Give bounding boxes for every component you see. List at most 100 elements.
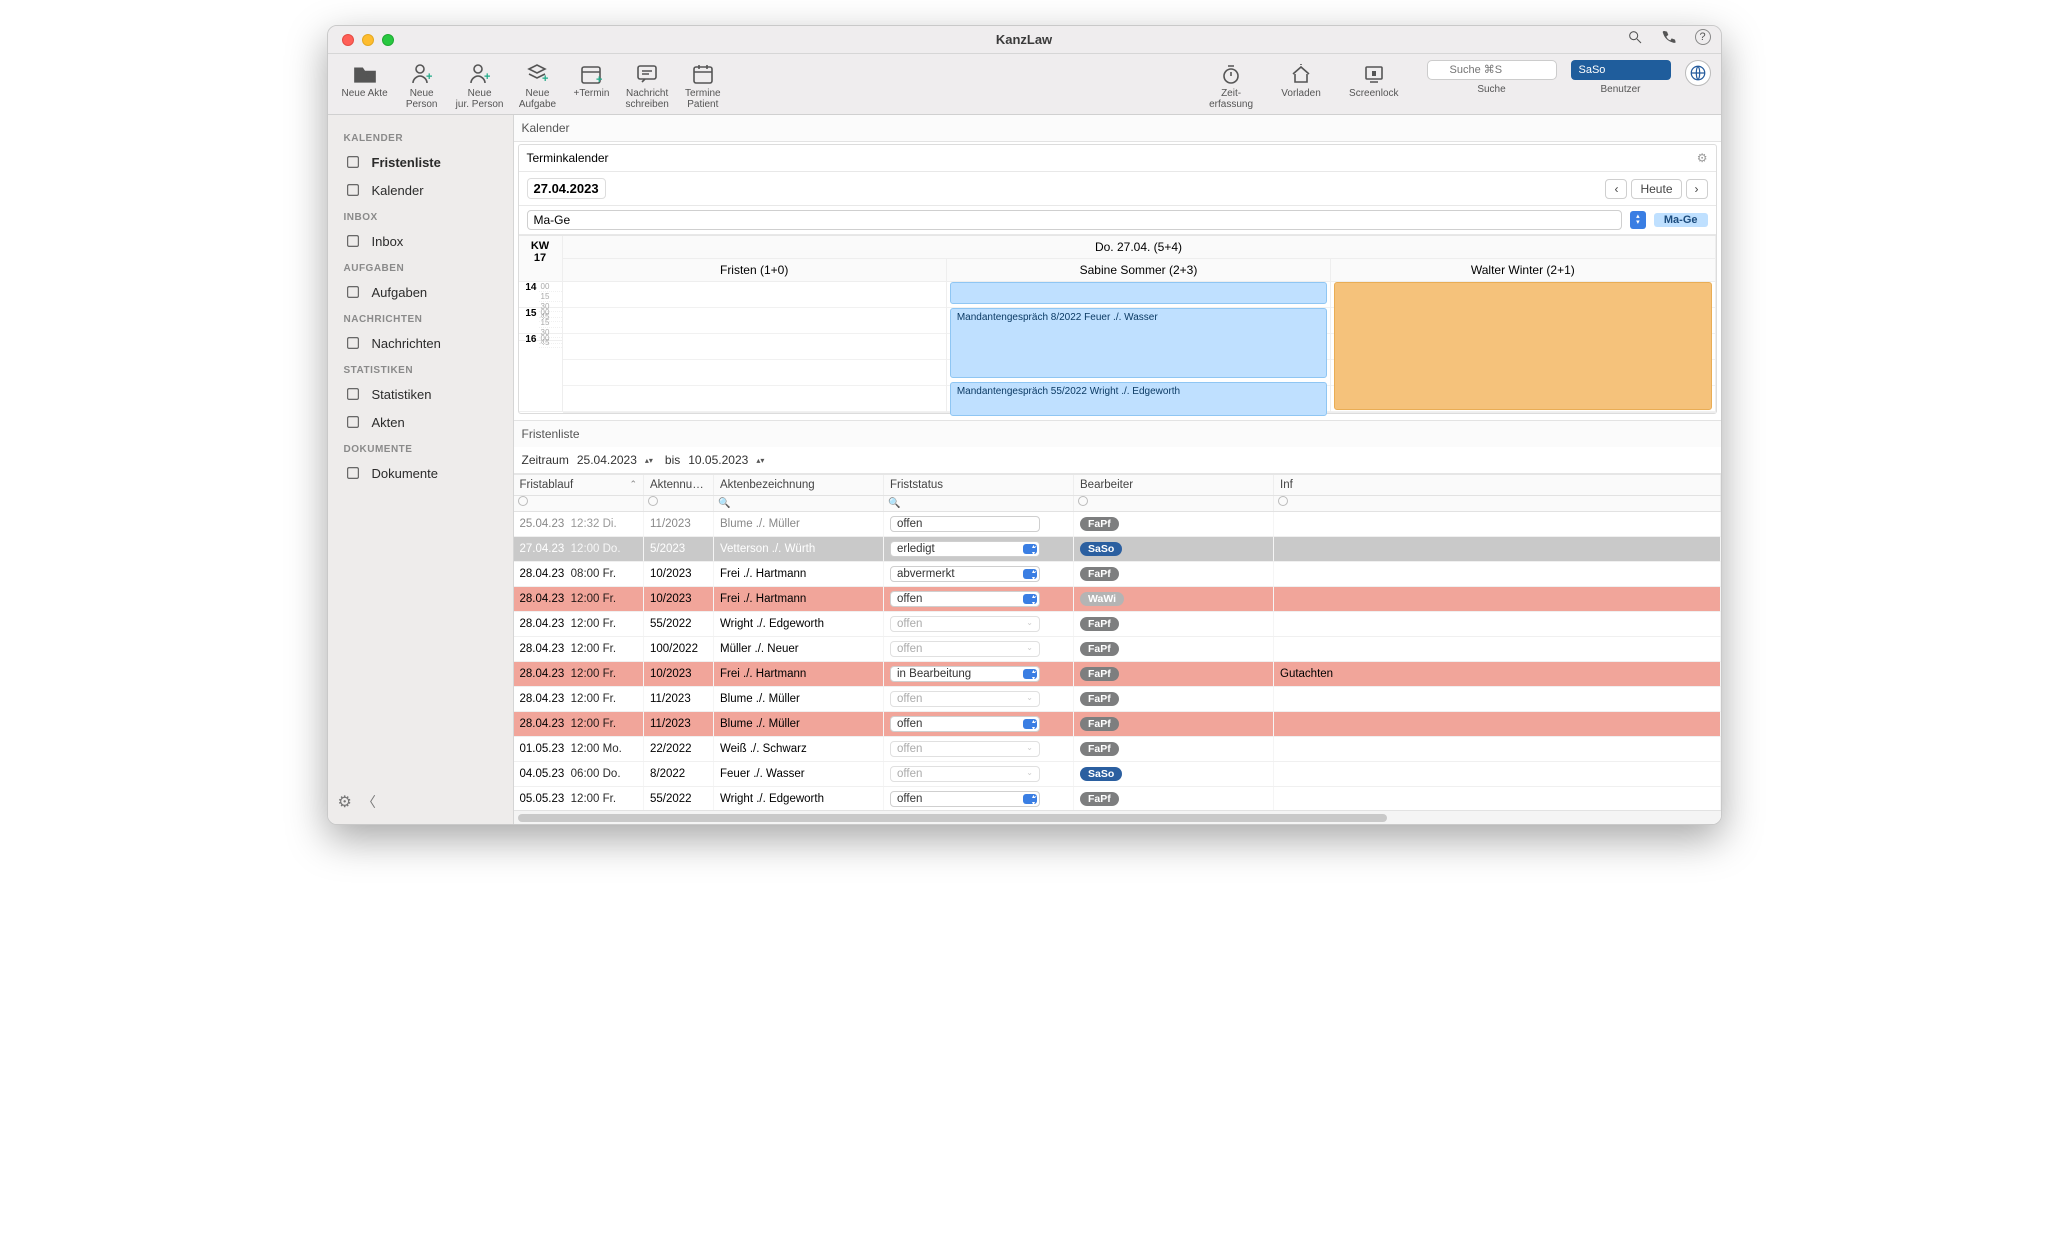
table-row[interactable]: 28.04.23 12:00 Fr.10/2023Frei ./. Hartma… [514, 587, 1721, 612]
neue-person-button[interactable]: + Neue Person [402, 60, 442, 110]
table-row[interactable]: 28.04.23 12:00 Fr.55/2022Wright ./. Edge… [514, 612, 1721, 637]
table-row[interactable]: 01.05.23 12:00 Mo.22/2022Weiß ./. Schwar… [514, 737, 1721, 762]
table-row[interactable]: 28.04.23 08:00 Fr.10/2023Frei ./. Hartma… [514, 562, 1721, 587]
person-plus-icon: + [465, 60, 495, 88]
sidebar-item-label: Inbox [372, 234, 404, 249]
sidebar-item-label: Kalender [372, 183, 424, 198]
files-icon [344, 413, 362, 431]
fristen-from-input[interactable]: 25.04.2023 [577, 453, 637, 467]
calendar-slot-sommer[interactable]: Mandantengespräch 8/2022 Feuer ./. Wasse… [947, 282, 1331, 413]
nachricht-schreiben-button[interactable]: Nachricht schreiben [625, 60, 668, 110]
column-header[interactable]: Aktennu… [644, 475, 714, 496]
status-select[interactable]: offen⌄ [890, 766, 1040, 782]
sidebar-item-aufgaben[interactable]: Aufgaben [328, 278, 513, 306]
table-row[interactable]: 28.04.23 12:00 Fr.100/2022Müller ./. Neu… [514, 637, 1721, 662]
calendar-filter-select[interactable]: Ma-Ge [527, 210, 1622, 230]
column-filter[interactable]: 🔍 [884, 496, 1074, 512]
table-row[interactable]: 04.05.23 06:00 Do.8/2022Feuer ./. Wasser… [514, 762, 1721, 787]
calendar-box: Terminkalender ⚙ 27.04.2023 ‹ Heute › Ma… [518, 144, 1717, 414]
search-input[interactable] [1427, 60, 1557, 80]
column-header[interactable]: Bearbeiter [1074, 475, 1274, 496]
column-filter[interactable] [1274, 496, 1721, 512]
sidebar-item-kalender[interactable]: Kalender [328, 176, 513, 204]
table-row[interactable]: 27.04.23 12:00 Do.5/2023Vetterson ./. Wü… [514, 537, 1721, 562]
termine-patient-button[interactable]: Termine Patient [683, 60, 723, 110]
sidebar-item-akten[interactable]: Akten [328, 408, 513, 436]
sidebar-item-dokumente[interactable]: Dokumente [328, 459, 513, 487]
sidebar-item-inbox[interactable]: Inbox [328, 227, 513, 255]
inbox-icon [344, 232, 362, 250]
column-filter[interactable] [1074, 496, 1274, 512]
globe-button[interactable] [1685, 60, 1711, 86]
status-select[interactable]: offen⌄ [890, 641, 1040, 657]
table-row[interactable]: 05.05.23 12:00 Fr.55/2022Wright ./. Edge… [514, 787, 1721, 811]
calendar-col-header-1: Sabine Sommer (2+3) [947, 259, 1331, 282]
gear-icon[interactable]: ⚙ [338, 792, 352, 812]
bearbeiter-badge: FaPf [1080, 642, 1119, 656]
table-row[interactable]: 25.04.23 12:32 Di.11/2023Blume ./. Mülle… [514, 512, 1721, 537]
calendar-col-header-2: Walter Winter (2+1) [1331, 259, 1715, 282]
calendar-slot-winter[interactable] [1331, 282, 1715, 413]
to-stepper[interactable]: ▴▾ [756, 457, 768, 464]
filter-stepper[interactable] [1630, 211, 1646, 229]
calendar-date-input[interactable]: 27.04.2023 [527, 178, 606, 199]
sidebar-item-statistiken[interactable]: Statistiken [328, 380, 513, 408]
calendar-today-button[interactable]: Heute [1631, 179, 1681, 199]
vorladen-button[interactable]: Vorladen [1281, 60, 1321, 99]
column-header[interactable]: Aktenbezeichnung [714, 475, 884, 496]
calendar-next-button[interactable]: › [1686, 179, 1708, 199]
status-select[interactable]: offen▴▾ [890, 716, 1040, 732]
calendar-event[interactable]: Mandantengespräch 8/2022 Feuer ./. Wasse… [950, 308, 1327, 378]
toolbar: + Neue Akte + Neue Person + Neue jur. Pe… [328, 54, 1721, 115]
sidebar-item-fristenliste[interactable]: Fristenliste [328, 148, 513, 176]
screenlock-button[interactable]: Screenlock [1349, 60, 1398, 99]
column-header[interactable]: Friststatus [884, 475, 1074, 496]
neue-jur-person-button[interactable]: + Neue jur. Person [456, 60, 504, 110]
status-select[interactable]: offen▴▾ [890, 791, 1040, 807]
neue-aufgabe-button[interactable]: + Neue Aufgabe [517, 60, 557, 110]
horizontal-scrollbar[interactable] [514, 810, 1721, 824]
column-header[interactable]: Fristablauf⌃ [514, 475, 644, 496]
fristen-range: Zeitraum 25.04.2023 ▴▾ bis 10.05.2023 ▴▾ [514, 447, 1721, 474]
column-filter[interactable] [514, 496, 644, 512]
table-row[interactable]: 28.04.23 12:00 Fr.10/2023Frei ./. Hartma… [514, 662, 1721, 687]
collapse-icon[interactable]: 〈 [362, 792, 376, 812]
zeiterfassung-button[interactable]: Zeit- erfassung [1209, 60, 1253, 110]
window-title: KanzLaw [328, 32, 1721, 47]
column-filter[interactable]: 🔍 [714, 496, 884, 512]
search-icon[interactable] [1627, 29, 1643, 50]
status-select[interactable]: offen▴▾ [890, 591, 1040, 607]
tasks-icon [344, 283, 362, 301]
column-filter[interactable] [644, 496, 714, 512]
status-select[interactable]: erledigt▴▾ [890, 541, 1040, 557]
fristen-to-input[interactable]: 10.05.2023 [688, 453, 748, 467]
sidebar-heading: AUFGABEN [328, 255, 513, 278]
bearbeiter-badge: FaPf [1080, 517, 1119, 531]
status-select[interactable]: offen⌄ [890, 741, 1040, 757]
status-select[interactable]: offen [890, 516, 1040, 532]
from-stepper[interactable]: ▴▾ [645, 457, 657, 464]
filter-chip[interactable]: Ma-Ge [1654, 213, 1708, 227]
calendar-prev-button[interactable]: ‹ [1605, 179, 1627, 199]
column-header[interactable]: Inf [1274, 475, 1721, 496]
calendar-event[interactable]: Mandantengespräch 55/2022 Wright ./. Edg… [950, 382, 1327, 416]
bearbeiter-badge: FaPf [1080, 567, 1119, 581]
message-icon [632, 60, 662, 88]
table-row[interactable]: 28.04.23 12:00 Fr.11/2023Blume ./. Mülle… [514, 712, 1721, 737]
sidebar-item-nachrichten[interactable]: Nachrichten [328, 329, 513, 357]
user-select[interactable]: SaSo [1571, 60, 1671, 80]
neuer-termin-button[interactable]: + +Termin [571, 60, 611, 99]
calendar-settings-icon[interactable]: ⚙ [1697, 151, 1708, 165]
calendar-event-partial[interactable] [950, 282, 1327, 304]
calendar-event-winter[interactable] [1334, 282, 1711, 410]
status-select[interactable]: in Bearbeitung▴▾ [890, 666, 1040, 682]
table-row[interactable]: 28.04.23 12:00 Fr.11/2023Blume ./. Mülle… [514, 687, 1721, 712]
sidebar-item-label: Akten [372, 415, 405, 430]
neue-akte-button[interactable]: + Neue Akte [342, 60, 388, 99]
help-icon[interactable]: ? [1695, 29, 1711, 45]
status-select[interactable]: offen⌄ [890, 616, 1040, 632]
calendar-slot-fristen[interactable] [563, 282, 947, 413]
phone-icon[interactable] [1661, 29, 1677, 50]
status-select[interactable]: abvermerkt▴▾ [890, 566, 1040, 582]
status-select[interactable]: offen⌄ [890, 691, 1040, 707]
